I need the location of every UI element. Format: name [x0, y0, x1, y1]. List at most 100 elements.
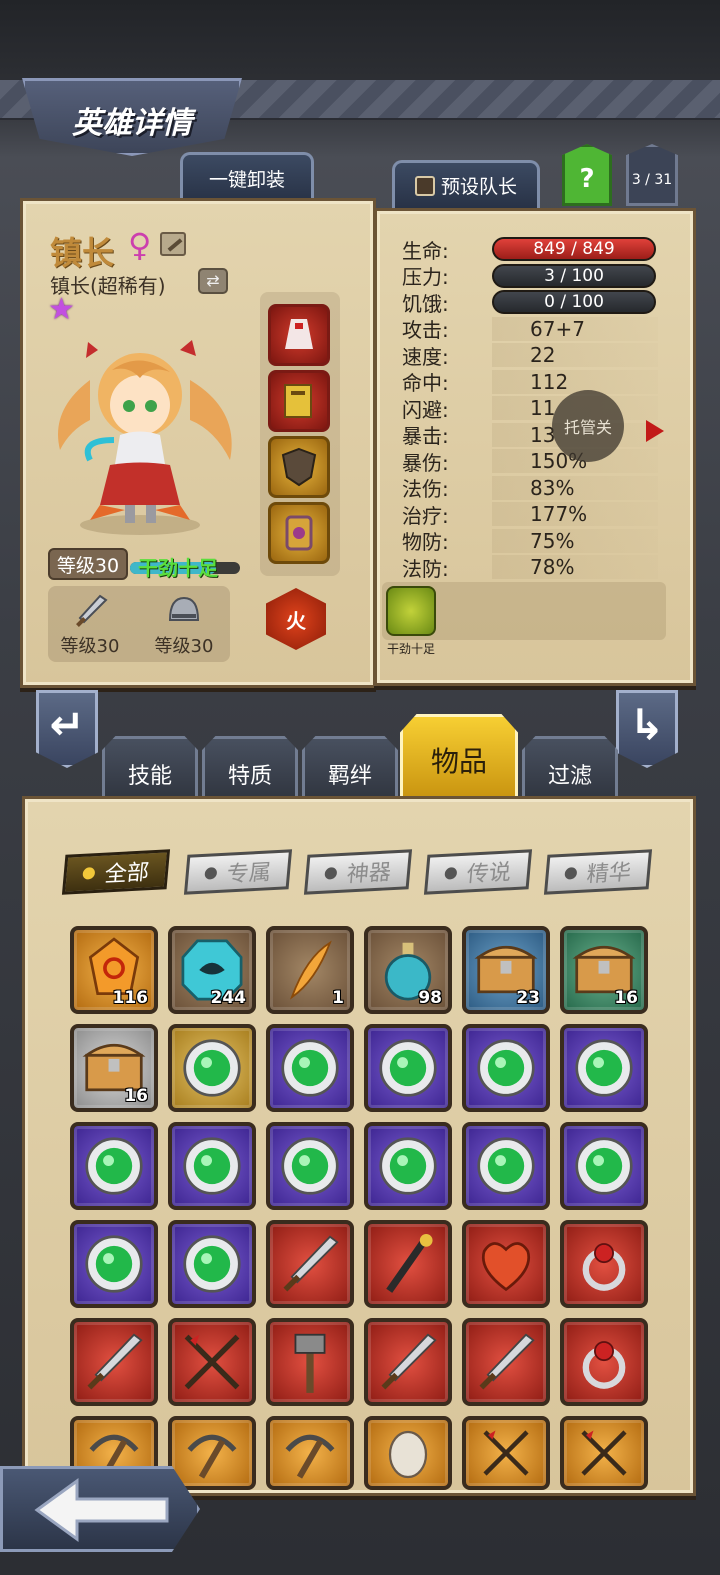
staff-red-icon: [386, 1234, 433, 1293]
filter-exclusive[interactable]: 专属: [183, 849, 293, 895]
mood-status: 干劲十足: [138, 556, 218, 580]
inventory-slot[interactable]: [168, 1122, 256, 1210]
filter-exclusive-label: 专属: [225, 860, 273, 888]
inventory-slot[interactable]: [462, 1220, 550, 1308]
orb-gold-icon: [183, 1039, 241, 1097]
inventory-slot[interactable]: [266, 1122, 354, 1210]
inventory-slot[interactable]: [364, 1122, 452, 1210]
inventory-slot[interactable]: [560, 1024, 648, 1112]
edit-name-icon[interactable]: [160, 232, 186, 256]
next-hero-button[interactable]: ↳: [616, 690, 678, 768]
help-button[interactable]: ?: [562, 144, 612, 206]
inventory-slot[interactable]: 1: [266, 926, 354, 1014]
inventory-slot[interactable]: [70, 1122, 158, 1210]
stat-gauge: 0 / 100: [492, 290, 656, 314]
gear-slot-cloak[interactable]: [268, 304, 330, 366]
filter-dot-icon: [564, 867, 578, 880]
armor-level-label: 等级30: [154, 636, 214, 657]
gear-slot-shield[interactable]: [268, 436, 330, 498]
inventory-slot[interactable]: [168, 1416, 256, 1490]
inventory-slot[interactable]: [560, 1122, 648, 1210]
stat-label: 法防:: [402, 556, 449, 581]
inventory-slot[interactable]: [560, 1318, 648, 1406]
filter-legendary[interactable]: 传说: [423, 849, 533, 895]
inventory-slot[interactable]: [168, 1318, 256, 1406]
tab-items[interactable]: 物品: [400, 714, 518, 798]
inventory-slot[interactable]: [462, 1024, 550, 1112]
inventory-slot[interactable]: [462, 1318, 550, 1406]
stat-gauge: 849 / 849: [492, 237, 656, 261]
inventory-slot[interactable]: 244: [168, 926, 256, 1014]
inventory-slot[interactable]: [364, 1220, 452, 1308]
bow-red-icon: [184, 1334, 240, 1390]
inventory-slot[interactable]: [560, 1220, 648, 1308]
filter-all[interactable]: 全部: [61, 849, 171, 895]
stat-row: 法伤: 83%: [402, 475, 658, 501]
inventory-slot[interactable]: [168, 1220, 256, 1308]
orb-purple-icon: [85, 1137, 143, 1195]
orb-purple-icon: [477, 1039, 535, 1097]
inventory-slot[interactable]: [364, 1024, 452, 1112]
weapon-level-label: 等级30: [60, 636, 120, 657]
inventory-slot[interactable]: [70, 1220, 158, 1308]
stat-row: 饥饿: 0 / 100: [402, 289, 658, 316]
inventory-slot[interactable]: [462, 1122, 550, 1210]
inventory-slot[interactable]: [168, 1024, 256, 1112]
unequip-all-button[interactable]: 一键卸装: [180, 152, 314, 202]
swap-class-icon[interactable]: ⇄: [198, 268, 228, 294]
inventory-slot[interactable]: [266, 1416, 354, 1490]
filter-artifact[interactable]: 神器: [303, 849, 413, 895]
preset-captain-label: 预设队长: [440, 176, 517, 198]
stat-row: 命中: 112: [402, 369, 658, 395]
stat-label: 治疗:: [402, 503, 449, 528]
tab-bonds[interactable]: 羁绊: [302, 736, 398, 800]
orb-purple-icon: [85, 1235, 143, 1293]
inventory-slot[interactable]: [266, 1318, 354, 1406]
back-button[interactable]: [0, 1466, 200, 1552]
auto-manage-button[interactable]: 托管关: [552, 390, 624, 462]
trait-motivated-icon[interactable]: [386, 586, 436, 636]
trait-label: 干劲十足: [386, 642, 435, 656]
inventory-slot[interactable]: [364, 1416, 452, 1490]
inventory-slot[interactable]: [266, 1220, 354, 1308]
tab-filter[interactable]: 过滤: [522, 736, 618, 800]
stat-value: 67+7: [492, 316, 658, 341]
inventory-slot[interactable]: [462, 1416, 550, 1490]
filter-all-label: 全部: [103, 860, 151, 888]
preset-captain-button[interactable]: 预设队长: [392, 160, 540, 208]
inventory-slot[interactable]: [560, 1416, 648, 1490]
inventory-slot[interactable]: [364, 1318, 452, 1406]
stat-row: 治疗: 177%: [402, 501, 658, 528]
hero-portrait: [30, 320, 248, 540]
shield-icon: [281, 447, 317, 487]
inventory-slot[interactable]: 16: [70, 1024, 158, 1112]
inventory-slot[interactable]: [70, 1318, 158, 1406]
hammer-red-icon: [294, 1333, 326, 1393]
gear-slot-book[interactable]: [268, 370, 330, 432]
armor-level[interactable]: 等级30: [144, 590, 224, 658]
stat-value: 22: [492, 343, 658, 367]
inventory-slot[interactable]: 98: [364, 926, 452, 1014]
inventory-slot[interactable]: 16: [560, 926, 648, 1014]
previous-hero-button[interactable]: ↵: [36, 690, 98, 768]
hero-page-indicator: 3 / 31: [626, 144, 678, 206]
hero-name: 镇长: [50, 234, 115, 272]
stats-next-arrow-icon[interactable]: [646, 420, 664, 442]
stat-label: 生命:: [402, 238, 449, 263]
filter-essence[interactable]: 精华: [543, 849, 653, 895]
amulet-red-icon: [582, 1243, 626, 1291]
tab-skills[interactable]: 技能: [102, 736, 198, 800]
filter-legendary-label: 传说: [465, 860, 513, 888]
inventory-slot[interactable]: 116: [70, 926, 158, 1014]
tab-traits[interactable]: 特质: [202, 736, 298, 800]
weapon-level[interactable]: 等级30: [50, 590, 130, 658]
preset-captain-checkbox[interactable]: [414, 175, 435, 196]
stat-row: 压力: 3 / 100: [402, 263, 658, 289]
gear-slot-rune[interactable]: [268, 502, 330, 564]
inventory-slot[interactable]: 23: [462, 926, 550, 1014]
stat-row: 速度: 22: [402, 342, 658, 369]
stat-row: 法防: 78%: [402, 554, 658, 581]
stat-row: 生命: 849 / 849: [402, 236, 658, 263]
inventory-slot[interactable]: [266, 1024, 354, 1112]
hero-level-badge: 等级30: [48, 548, 128, 580]
